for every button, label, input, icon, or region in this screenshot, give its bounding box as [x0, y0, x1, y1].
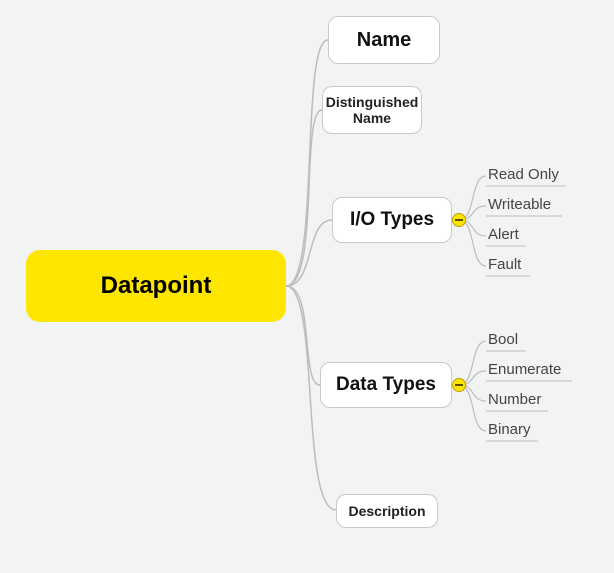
leaf-io-writeable[interactable]: Writeable	[488, 196, 551, 213]
leaf-io-writeable-label: Writeable	[488, 196, 551, 213]
leaf-io-alert[interactable]: Alert	[488, 226, 519, 243]
node-name[interactable]: Name	[328, 16, 440, 64]
leaf-io-readonly-label: Read Only	[488, 166, 559, 183]
leaf-dtype-bool-label: Bool	[488, 331, 518, 348]
root-node-datapoint[interactable]: Datapoint	[26, 250, 286, 322]
node-data-types[interactable]: Data Types	[320, 362, 452, 408]
node-desc-label: Description	[348, 503, 425, 519]
collapse-toggle-io[interactable]	[452, 213, 466, 227]
leaf-dtype-binary-label: Binary	[488, 421, 531, 438]
leaf-dtype-enumerate[interactable]: Enumerate	[488, 361, 561, 378]
node-dname-label: Distinguished Name	[326, 94, 419, 126]
node-name-label: Name	[357, 29, 411, 52]
leaf-io-alert-label: Alert	[488, 226, 519, 243]
node-io-label: I/O Types	[350, 209, 434, 231]
mindmap-canvas: Datapoint Name Distinguished Name I/O Ty…	[0, 0, 614, 573]
node-io-types[interactable]: I/O Types	[332, 197, 452, 243]
node-description[interactable]: Description	[336, 494, 438, 528]
collapse-toggle-dtypes[interactable]	[452, 378, 466, 392]
node-distinguished-name[interactable]: Distinguished Name	[322, 86, 422, 134]
leaf-io-fault[interactable]: Fault	[488, 256, 521, 273]
leaf-io-fault-label: Fault	[488, 256, 521, 273]
leaf-dtype-binary[interactable]: Binary	[488, 421, 531, 438]
node-dtypes-label: Data Types	[336, 374, 436, 396]
leaf-dtype-number-label: Number	[488, 391, 541, 408]
leaf-dtype-bool[interactable]: Bool	[488, 331, 518, 348]
leaf-dtype-number[interactable]: Number	[488, 391, 541, 408]
leaf-dtype-enumerate-label: Enumerate	[488, 361, 561, 378]
leaf-io-readonly[interactable]: Read Only	[488, 166, 559, 183]
root-label: Datapoint	[101, 272, 212, 300]
